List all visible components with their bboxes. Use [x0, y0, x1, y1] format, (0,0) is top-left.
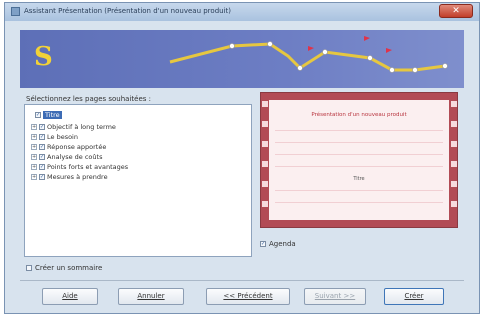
- summary-option[interactable]: Créer un sommaire: [26, 264, 102, 272]
- preview-slide: Présentation d'un nouveau produit Titre: [269, 100, 449, 220]
- preview-slide-subtitle: Titre: [353, 176, 365, 182]
- expand-icon[interactable]: +: [31, 143, 37, 150]
- tree-item-costs[interactable]: + ✓ Analyse de coûts: [31, 152, 102, 161]
- expand-icon[interactable]: +: [31, 133, 37, 140]
- tree-item-objective[interactable]: + ✓ Objectif à long terme: [31, 122, 116, 131]
- flag-icon: [308, 46, 314, 54]
- help-button[interactable]: Aide: [42, 288, 98, 305]
- checkbox-icon[interactable]: ✓: [35, 111, 41, 118]
- expand-icon[interactable]: +: [31, 173, 37, 180]
- checkbox-icon[interactable]: ✓: [39, 173, 45, 180]
- flag-icon: [386, 48, 392, 56]
- agenda-option[interactable]: ✓ Agenda: [260, 240, 296, 248]
- tree-item-actions[interactable]: + ✓ Mesures à prendre: [31, 172, 108, 181]
- tree-item-title[interactable]: ✓ Titre: [35, 110, 62, 119]
- title-bar[interactable]: Assistant Présentation (Présentation d'u…: [5, 3, 479, 21]
- expand-icon[interactable]: +: [31, 123, 37, 130]
- pages-tree[interactable]: ✓ Titre + ✓ Objectif à long terme + ✓ Le…: [24, 104, 252, 257]
- tree-item-need[interactable]: + ✓ Le besoin: [31, 132, 78, 141]
- tree-item-strengths[interactable]: + ✓ Points forts et avantages: [31, 162, 128, 171]
- previous-button[interactable]: << Précédent: [206, 288, 290, 305]
- slide-preview: Présentation d'un nouveau produit Titre: [260, 92, 458, 228]
- banner-graph: [169, 36, 448, 73]
- tree-item-label: Titre: [43, 110, 62, 119]
- window-title: Assistant Présentation (Présentation d'u…: [24, 7, 231, 15]
- next-button[interactable]: Suivant >>: [304, 288, 366, 305]
- checkbox-icon[interactable]: ✓: [39, 163, 45, 170]
- expand-icon[interactable]: +: [31, 153, 37, 160]
- checkbox-icon[interactable]: ✓: [39, 153, 45, 160]
- pages-label: Sélectionnez les pages souhaitées :: [26, 95, 152, 103]
- wizard-logo: S: [34, 42, 53, 72]
- cancel-button[interactable]: Annuler: [118, 288, 184, 305]
- preview-slide-title: Présentation d'un nouveau produit: [311, 112, 407, 118]
- checkbox-icon[interactable]: ✓: [39, 123, 45, 130]
- tree-item-label: Objectif à long terme: [47, 122, 116, 131]
- summary-label: Créer un sommaire: [35, 264, 103, 272]
- tree-item-label: Mesures à prendre: [47, 172, 108, 181]
- summary-checkbox[interactable]: [26, 265, 32, 271]
- agenda-label: Agenda: [269, 240, 296, 248]
- checkbox-icon[interactable]: ✓: [39, 133, 45, 140]
- expand-icon[interactable]: +: [31, 163, 37, 170]
- tree-item-label: Points forts et avantages: [47, 162, 129, 171]
- tree-item-label: Analyse de coûts: [47, 152, 103, 161]
- flag-icon: [364, 36, 370, 44]
- close-button[interactable]: ✕: [439, 4, 473, 18]
- app-icon: [11, 7, 20, 16]
- tree-item-label: Réponse apportée: [47, 142, 107, 151]
- tree-item-label: Le besoin: [47, 132, 78, 141]
- checkbox-icon[interactable]: ✓: [39, 143, 45, 150]
- wizard-banner: S: [20, 30, 464, 88]
- tree-item-response[interactable]: + ✓ Réponse apportée: [31, 142, 106, 151]
- agenda-checkbox[interactable]: ✓: [260, 241, 266, 247]
- finish-button[interactable]: Créer: [384, 288, 444, 305]
- footer-separator: [20, 280, 464, 281]
